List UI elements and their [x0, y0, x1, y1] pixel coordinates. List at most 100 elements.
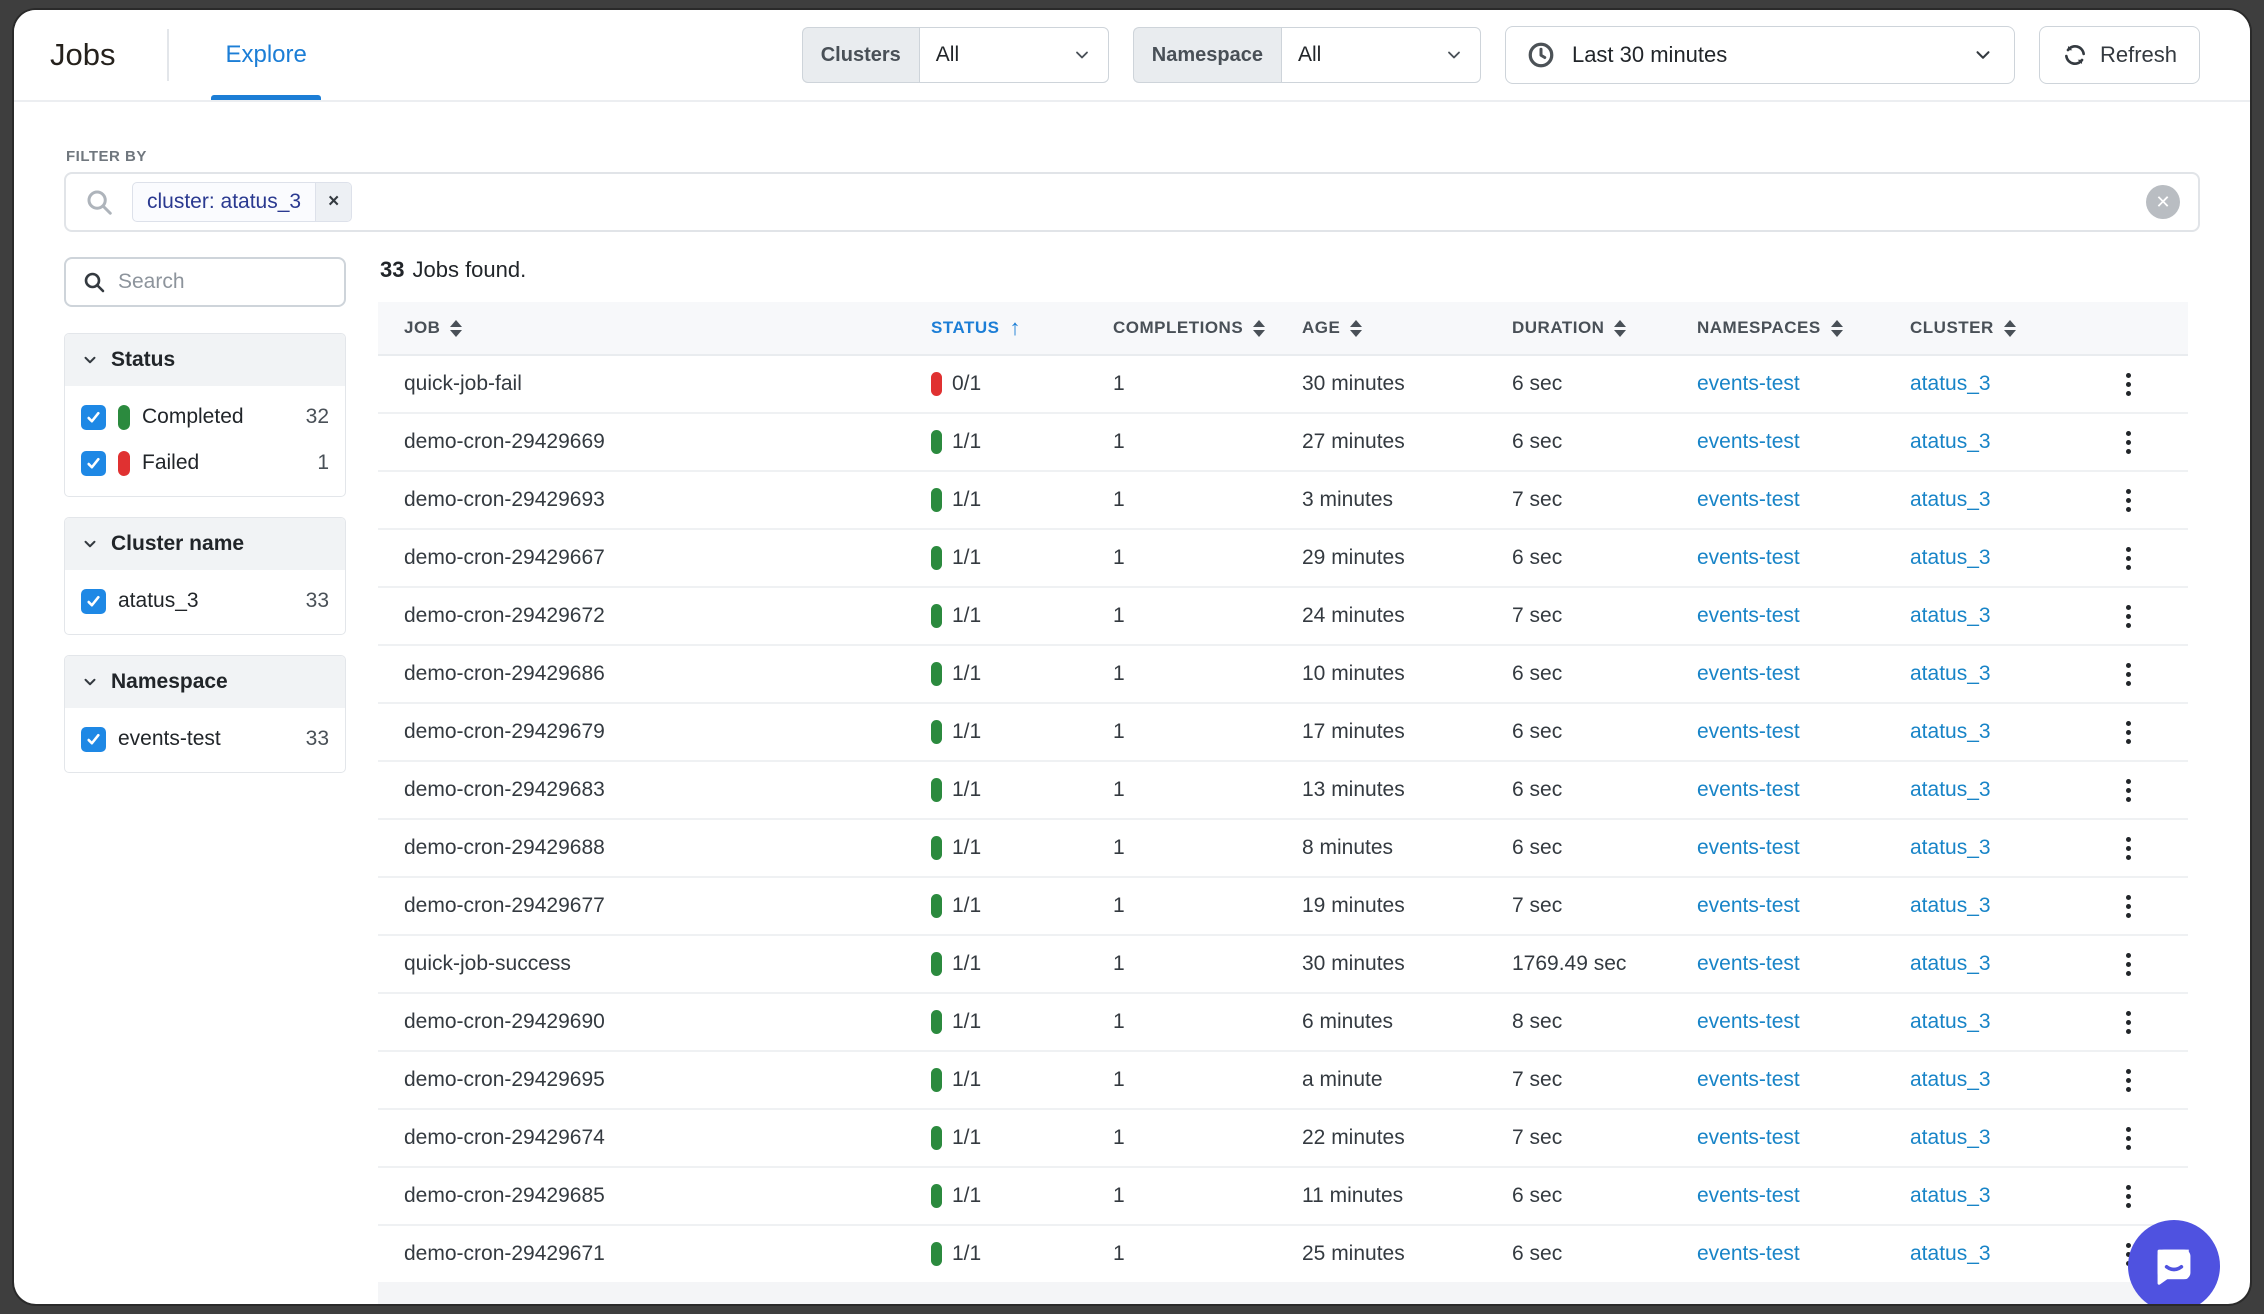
checkbox-checked-icon[interactable] — [81, 727, 106, 752]
job-duration: 1769.49 sec — [1512, 952, 1697, 976]
kebab-menu-button[interactable] — [2118, 655, 2139, 694]
clusters-select[interactable]: All — [919, 27, 1109, 83]
namespace-link[interactable]: events-test — [1697, 1068, 1800, 1091]
facet-item-label: events-test — [118, 727, 221, 751]
column-header-job[interactable]: JOB — [378, 318, 931, 338]
sidebar-search[interactable] — [64, 257, 346, 307]
checkbox-checked-icon[interactable] — [81, 589, 106, 614]
namespace-link[interactable]: events-test — [1697, 1010, 1800, 1033]
kebab-menu-button[interactable] — [2118, 887, 2139, 926]
job-completions: 1 — [1113, 836, 1302, 860]
time-range-picker[interactable]: Last 30 minutes — [1505, 26, 2015, 84]
table-row: demo-cron-29429695 1/1 1 a minute 7 sec … — [378, 1052, 2188, 1110]
namespace-link[interactable]: events-test — [1697, 604, 1800, 627]
search-icon — [84, 187, 114, 217]
namespace-link[interactable]: events-test — [1697, 430, 1800, 453]
facet-item[interactable]: atatus_3 33 — [65, 578, 345, 624]
tab-explore[interactable]: Explore — [211, 10, 320, 100]
namespace-link[interactable]: events-test — [1697, 778, 1800, 801]
namespace-link[interactable]: events-test — [1697, 1184, 1800, 1207]
column-header-namespaces[interactable]: NAMESPACES — [1697, 318, 1910, 338]
job-completions: 1 — [1113, 1068, 1302, 1092]
job-duration: 8 sec — [1512, 1010, 1697, 1034]
job-completions: 1 — [1113, 1184, 1302, 1208]
column-header-duration[interactable]: DURATION — [1512, 318, 1697, 338]
kebab-menu-button[interactable] — [2118, 1003, 2139, 1042]
column-header-cluster[interactable]: CLUSTER — [1910, 318, 2090, 338]
status-pill-icon — [931, 488, 942, 512]
namespace-link[interactable]: events-test — [1697, 546, 1800, 569]
jobs-table: 33 Jobs found. JOBSTATUS↑COMPLETIONSAGED… — [378, 257, 2188, 1304]
namespace-link[interactable]: events-test — [1697, 836, 1800, 859]
clear-filters-button[interactable]: ✕ — [2146, 185, 2180, 219]
cluster-link[interactable]: atatus_3 — [1910, 1184, 1991, 1207]
facet-item-count: 1 — [317, 451, 329, 475]
facet-item[interactable]: events-test 33 — [65, 716, 345, 762]
namespace-link[interactable]: events-test — [1697, 1126, 1800, 1149]
cluster-link[interactable]: atatus_3 — [1910, 1068, 1991, 1091]
cluster-link[interactable]: atatus_3 — [1910, 720, 1991, 743]
cluster-link[interactable]: atatus_3 — [1910, 372, 1991, 395]
cluster-link[interactable]: atatus_3 — [1910, 894, 1991, 917]
chevron-down-icon — [81, 535, 99, 553]
kebab-menu-button[interactable] — [2118, 481, 2139, 520]
kebab-menu-button[interactable] — [2118, 771, 2139, 810]
namespace-select[interactable]: All — [1281, 27, 1481, 83]
cluster-link[interactable]: atatus_3 — [1910, 952, 1991, 975]
kebab-menu-button[interactable] — [2118, 597, 2139, 636]
checkbox-checked-icon[interactable] — [81, 405, 106, 430]
facet-item[interactable]: Completed 32 — [65, 394, 345, 440]
sidebar-search-input[interactable] — [118, 270, 328, 294]
chevron-down-icon — [81, 673, 99, 691]
cluster-link[interactable]: atatus_3 — [1910, 836, 1991, 859]
kebab-menu-button[interactable] — [2118, 539, 2139, 578]
kebab-menu-button[interactable] — [2118, 1061, 2139, 1100]
cluster-link[interactable]: atatus_3 — [1910, 1126, 1991, 1149]
kebab-menu-button[interactable] — [2118, 1119, 2139, 1158]
chat-launcher-button[interactable] — [2128, 1220, 2220, 1304]
column-header-status[interactable]: STATUS↑ — [931, 315, 1113, 341]
filter-search-bar[interactable]: cluster: atatus_3 × ✕ — [64, 172, 2200, 232]
facet-section-header[interactable]: Cluster name — [65, 518, 345, 570]
chip-remove-button[interactable]: × — [315, 183, 351, 221]
facet-section-header[interactable]: Status — [65, 334, 345, 386]
filter-chip-text: cluster: atatus_3 — [133, 183, 315, 221]
sort-icon — [1831, 320, 1843, 337]
kebab-menu-button[interactable] — [2118, 713, 2139, 752]
cluster-link[interactable]: atatus_3 — [1910, 1010, 1991, 1033]
kebab-menu-button[interactable] — [2118, 1177, 2139, 1216]
namespace-link[interactable]: events-test — [1697, 662, 1800, 685]
kebab-menu-button[interactable] — [2118, 365, 2139, 404]
cluster-link[interactable]: atatus_3 — [1910, 1242, 1991, 1265]
namespace-link[interactable]: events-test — [1697, 488, 1800, 511]
kebab-menu-button[interactable] — [2118, 829, 2139, 868]
refresh-button[interactable]: Refresh — [2039, 26, 2200, 84]
column-header-age[interactable]: AGE — [1302, 318, 1512, 338]
kebab-menu-button[interactable] — [2118, 423, 2139, 462]
namespace-link[interactable]: events-test — [1697, 720, 1800, 743]
job-status: 1/1 — [931, 1010, 1113, 1034]
column-header-completions[interactable]: COMPLETIONS — [1113, 318, 1302, 338]
status-pill-icon — [931, 1242, 942, 1266]
kebab-menu-button[interactable] — [2118, 945, 2139, 984]
cluster-link[interactable]: atatus_3 — [1910, 430, 1991, 453]
namespace-link[interactable]: events-test — [1697, 952, 1800, 975]
namespace-link[interactable]: events-test — [1697, 894, 1800, 917]
namespace-link[interactable]: events-test — [1697, 1242, 1800, 1265]
job-duration: 7 sec — [1512, 894, 1697, 918]
cluster-link[interactable]: atatus_3 — [1910, 662, 1991, 685]
cluster-link[interactable]: atatus_3 — [1910, 488, 1991, 511]
chevron-down-icon — [81, 351, 99, 369]
cluster-link[interactable]: atatus_3 — [1910, 778, 1991, 801]
job-duration: 6 sec — [1512, 778, 1697, 802]
job-age: 27 minutes — [1302, 430, 1512, 454]
namespace-link[interactable]: events-test — [1697, 372, 1800, 395]
facet-item[interactable]: Failed 1 — [65, 440, 345, 486]
facet-section-header[interactable]: Namespace — [65, 656, 345, 708]
job-duration: 6 sec — [1512, 1242, 1697, 1266]
chevron-down-icon — [1444, 45, 1464, 65]
checkbox-checked-icon[interactable] — [81, 451, 106, 476]
job-duration: 6 sec — [1512, 836, 1697, 860]
cluster-link[interactable]: atatus_3 — [1910, 604, 1991, 627]
cluster-link[interactable]: atatus_3 — [1910, 546, 1991, 569]
